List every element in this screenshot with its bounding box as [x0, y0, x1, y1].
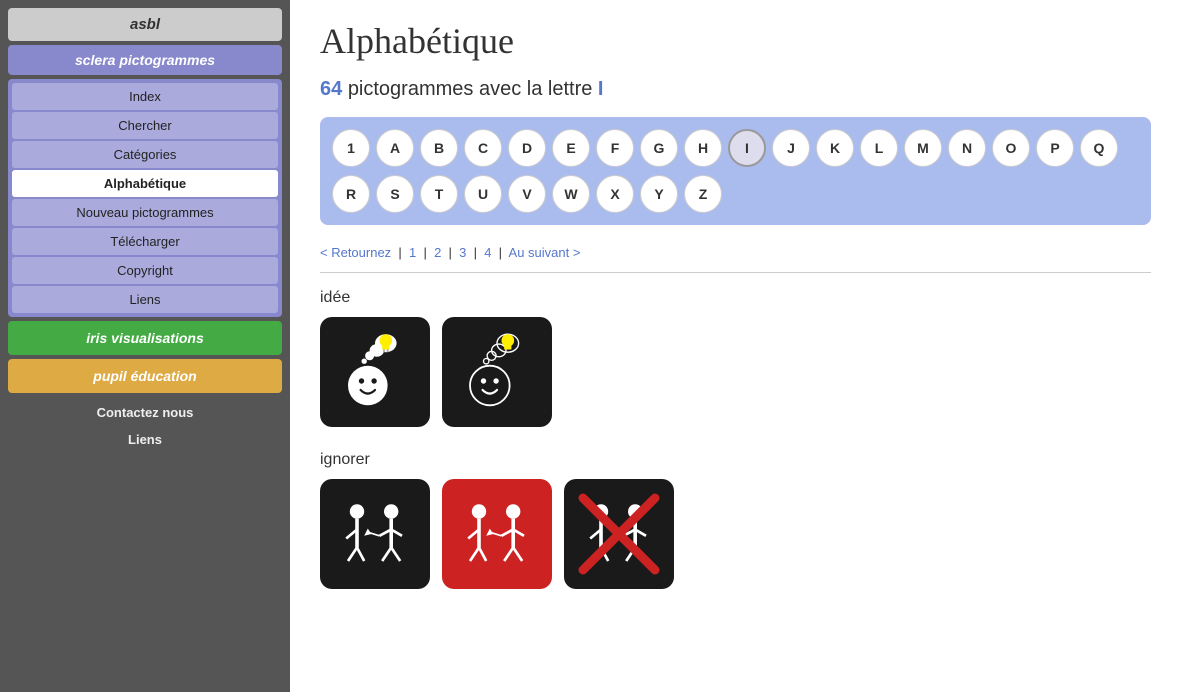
sidebar-item-chercher[interactable]: Chercher — [12, 112, 278, 139]
alpha-R[interactable]: R — [332, 175, 370, 213]
page-title: Alphabétique — [320, 20, 1151, 62]
pictogram-row-ignorer — [320, 479, 1151, 589]
sidebar-liens-bottom[interactable]: Liens — [8, 428, 282, 451]
alpha-Q[interactable]: Q — [1080, 129, 1118, 167]
pagination-4[interactable]: 4 — [484, 245, 491, 260]
alpha-B[interactable]: B — [420, 129, 458, 167]
picto-idee-2-svg — [452, 327, 542, 417]
sidebar-contact[interactable]: Contactez nous — [8, 401, 282, 424]
divider — [320, 272, 1151, 273]
sidebar-item-liens[interactable]: Liens — [12, 286, 278, 313]
alpha-Y[interactable]: Y — [640, 175, 678, 213]
sidebar: asbl sclera pictogrammes Index Chercher … — [0, 0, 290, 692]
active-letter-display: I — [598, 78, 604, 100]
sidebar-item-alphabetique[interactable]: Alphabétique — [12, 170, 278, 197]
alpha-S[interactable]: S — [376, 175, 414, 213]
sidebar-item-index[interactable]: Index — [12, 83, 278, 110]
alpha-A[interactable]: A — [376, 129, 414, 167]
pagination-back[interactable]: < Retournez — [320, 245, 391, 260]
pagination: < Retournez | 1 | 2 | 3 | 4 | Au suivant… — [320, 245, 1151, 260]
picto-ignorer-3[interactable] — [564, 479, 674, 589]
alpha-D[interactable]: D — [508, 129, 546, 167]
alpha-L[interactable]: L — [860, 129, 898, 167]
picto-ignorer-1[interactable] — [320, 479, 430, 589]
alpha-N[interactable]: N — [948, 129, 986, 167]
alpha-H[interactable]: H — [684, 129, 722, 167]
word-section-idee: idée — [320, 289, 1151, 427]
alpha-P[interactable]: P — [1036, 129, 1074, 167]
count-number: 64 — [320, 78, 342, 100]
picto-idee-2[interactable] — [442, 317, 552, 427]
picto-ignorer-1-svg — [330, 489, 420, 579]
word-section-ignorer: ignorer — [320, 451, 1151, 589]
sidebar-item-telecharger[interactable]: Télécharger — [12, 228, 278, 255]
pagination-forward[interactable]: Au suivant > — [509, 245, 581, 260]
alpha-V[interactable]: V — [508, 175, 546, 213]
alpha-I[interactable]: I — [728, 129, 766, 167]
alphabet-row-1: 1 A B C D E F G H I J K L M N O P Q — [332, 129, 1139, 167]
sidebar-item-copyright[interactable]: Copyright — [12, 257, 278, 284]
alpha-O[interactable]: O — [992, 129, 1030, 167]
pagination-1[interactable]: 1 — [409, 245, 416, 260]
sidebar-nav: Index Chercher Catégories Alphabétique N… — [8, 79, 282, 317]
count-line: 64 pictogrammes avec la lettre I — [320, 78, 1151, 101]
picto-ignorer-3-svg — [574, 489, 664, 579]
pagination-3[interactable]: 3 — [459, 245, 466, 260]
word-label-idee: idée — [320, 289, 1151, 307]
alpha-1[interactable]: 1 — [332, 129, 370, 167]
sidebar-iris[interactable]: iris visualisations — [8, 321, 282, 355]
alpha-U[interactable]: U — [464, 175, 502, 213]
alpha-J[interactable]: J — [772, 129, 810, 167]
count-text: pictogrammes avec la lettre — [348, 78, 593, 100]
sidebar-item-nouveau[interactable]: Nouveau pictogrammes — [12, 199, 278, 226]
pictogram-row-idee — [320, 317, 1151, 427]
picto-idee-1-svg — [330, 327, 420, 417]
alpha-W[interactable]: W — [552, 175, 590, 213]
sidebar-asbl[interactable]: asbl — [8, 8, 282, 41]
sidebar-section-label: sclera pictogrammes — [8, 45, 282, 75]
main-content: Alphabétique 64 pictogrammes avec la let… — [290, 0, 1181, 692]
alpha-X[interactable]: X — [596, 175, 634, 213]
alpha-Z[interactable]: Z — [684, 175, 722, 213]
sidebar-item-categories[interactable]: Catégories — [12, 141, 278, 168]
alpha-G[interactable]: G — [640, 129, 678, 167]
sidebar-pupil[interactable]: pupil éducation — [8, 359, 282, 393]
word-label-ignorer: ignorer — [320, 451, 1151, 469]
sidebar-bottom: Contactez nous Liens — [8, 401, 282, 451]
alpha-C[interactable]: C — [464, 129, 502, 167]
alpha-M[interactable]: M — [904, 129, 942, 167]
alphabet-grid: 1 A B C D E F G H I J K L M N O P Q R S … — [320, 117, 1151, 225]
pagination-2[interactable]: 2 — [434, 245, 441, 260]
picto-ignorer-2-svg — [452, 489, 542, 579]
alpha-K[interactable]: K — [816, 129, 854, 167]
alpha-F[interactable]: F — [596, 129, 634, 167]
picto-idee-1[interactable] — [320, 317, 430, 427]
alpha-T[interactable]: T — [420, 175, 458, 213]
picto-ignorer-2[interactable] — [442, 479, 552, 589]
alphabet-row-2: R S T U V W X Y Z — [332, 175, 1139, 213]
alpha-E[interactable]: E — [552, 129, 590, 167]
